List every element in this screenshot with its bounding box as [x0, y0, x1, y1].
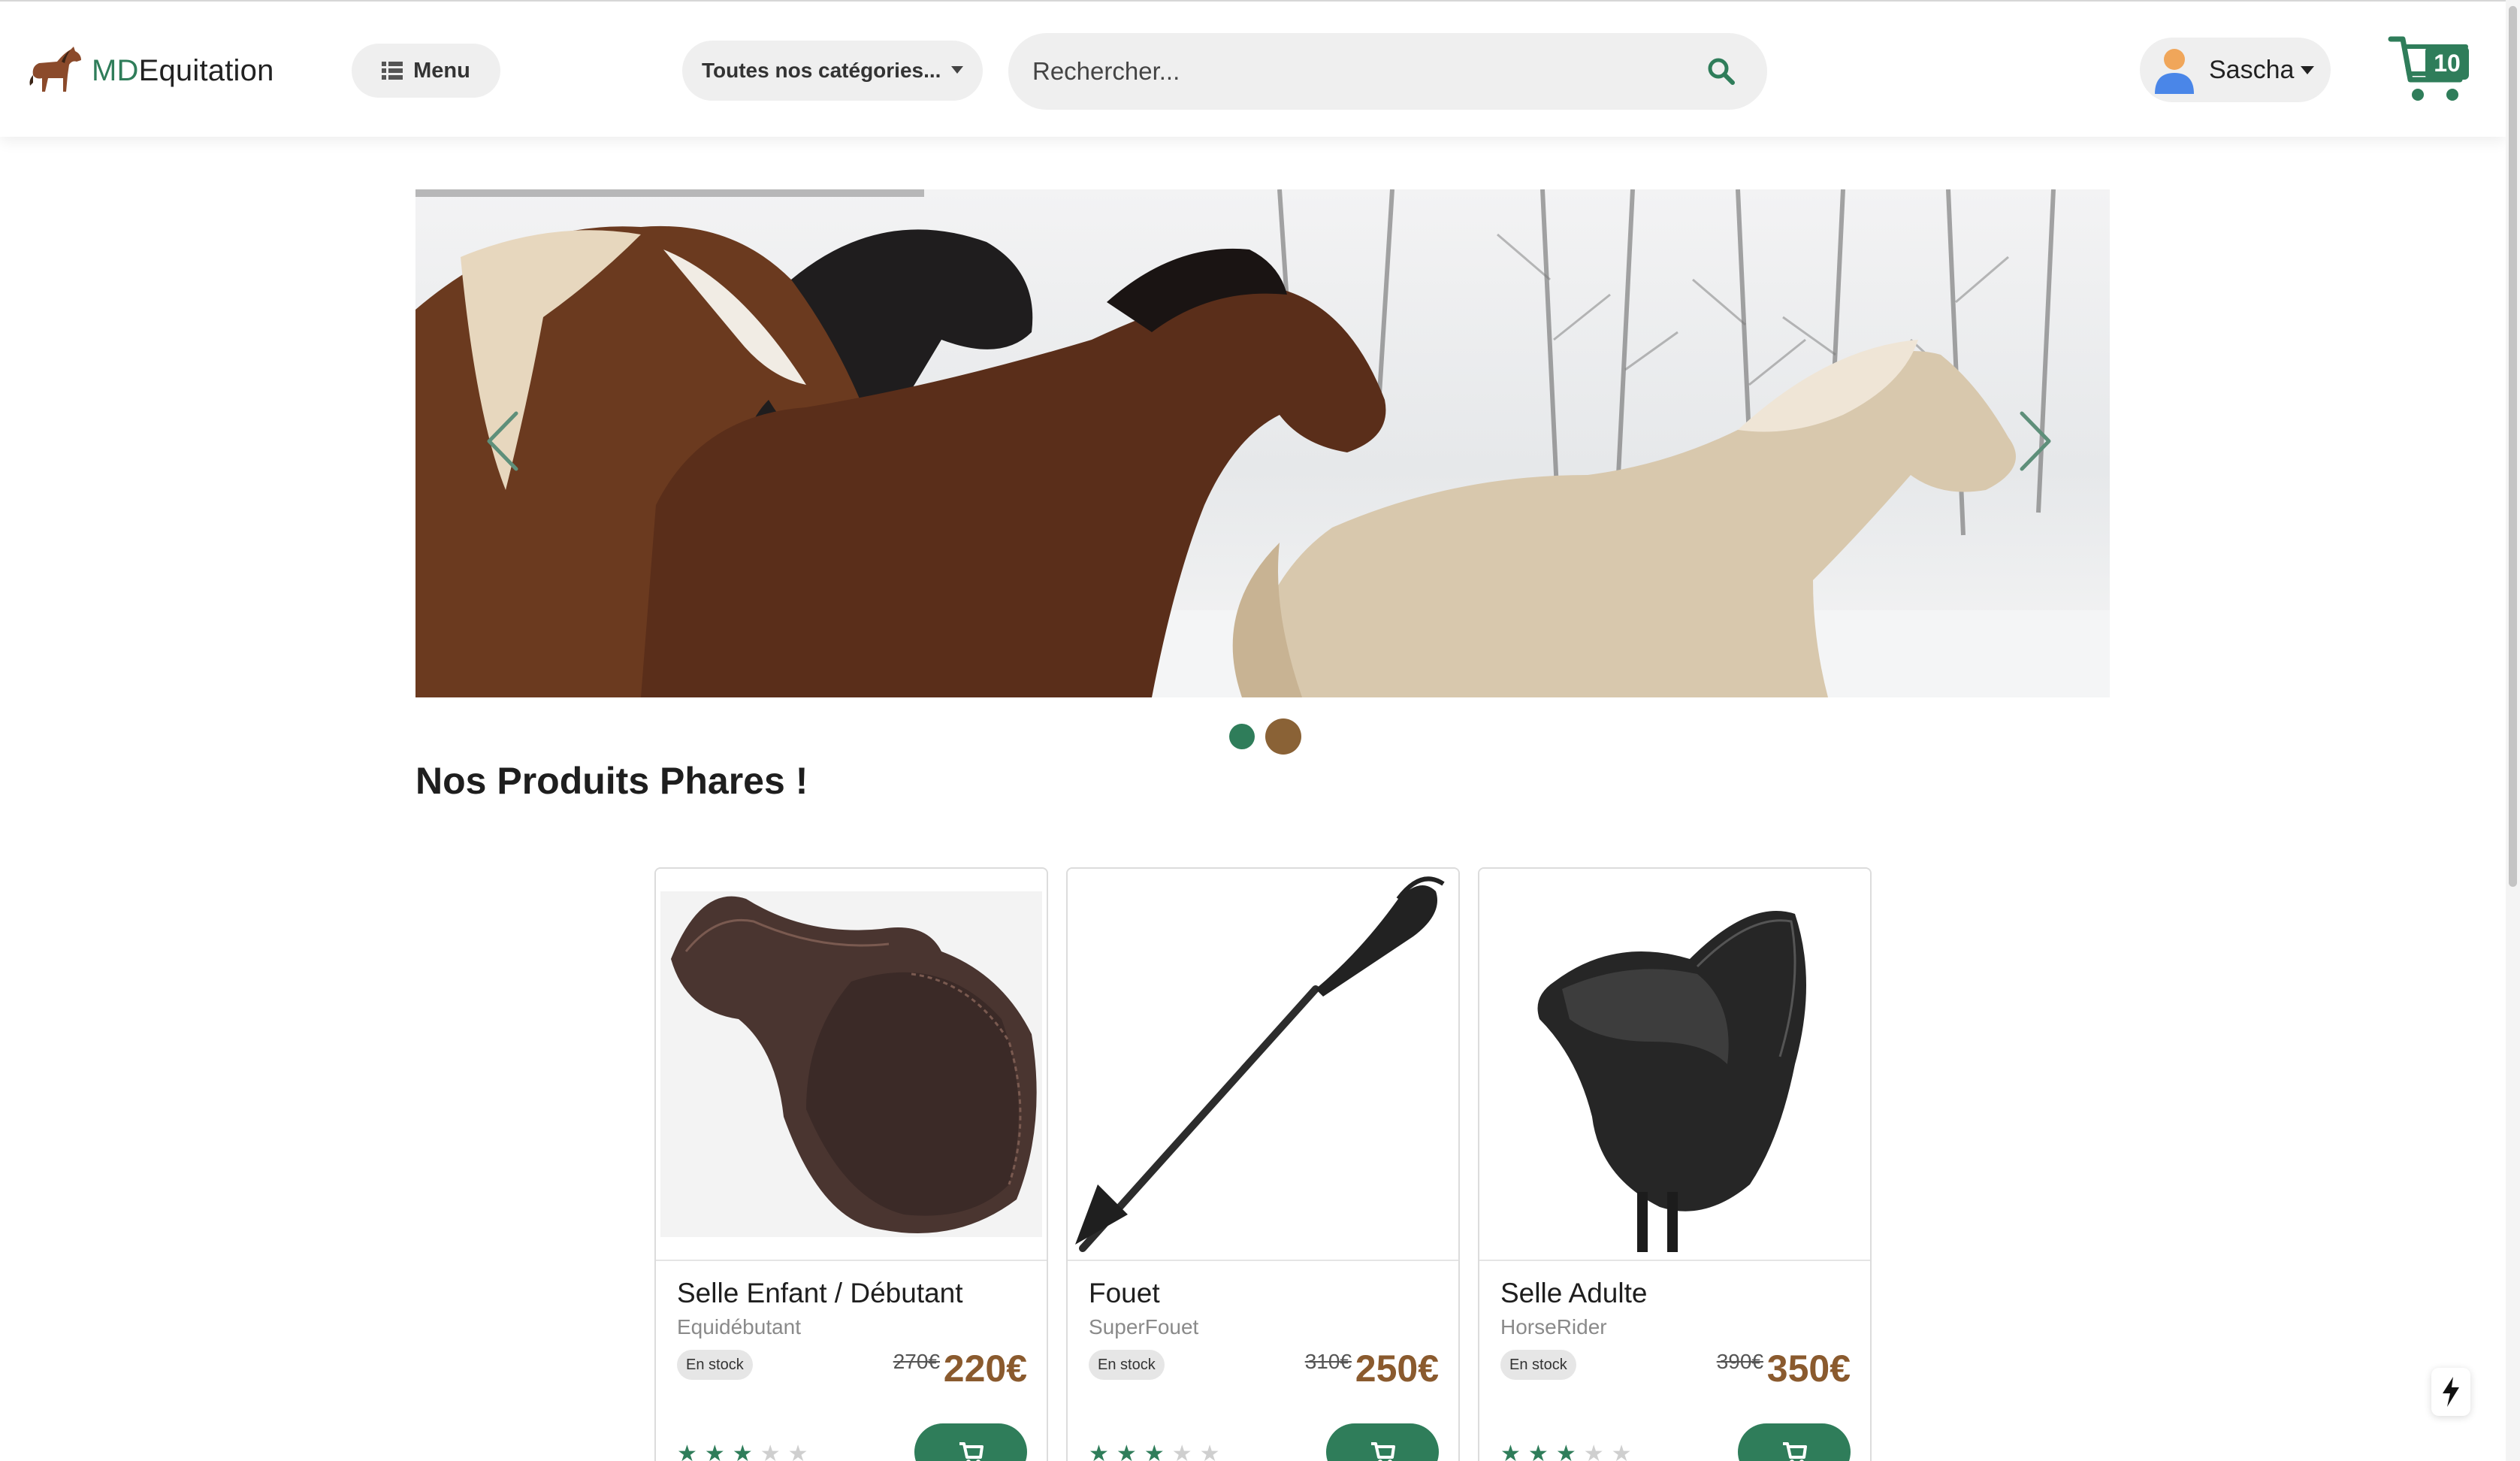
- caret-down-icon: [2301, 66, 2314, 74]
- chevron-right-icon[interactable]: [2013, 407, 2058, 475]
- stock-badge: En stock: [677, 1350, 753, 1380]
- user-icon: [2155, 49, 2194, 94]
- carousel-dot-1[interactable]: [1229, 724, 1255, 749]
- category-selected-value: Toutes nos catégories...: [702, 59, 941, 82]
- star-icon: ★: [1199, 1441, 1220, 1461]
- category-select[interactable]: Toutes nos catégories...: [682, 41, 983, 101]
- product-name[interactable]: Fouet: [1089, 1278, 1160, 1309]
- user-name: Sascha: [2209, 55, 2295, 84]
- add-to-cart-icon: [959, 1442, 984, 1461]
- top-header: MDEquitation Menu Toutes nos catégories.…: [0, 0, 2506, 137]
- current-price: 350€: [1766, 1348, 1851, 1390]
- brand-suffix: Equitation: [138, 53, 274, 87]
- caret-down-icon: [951, 66, 963, 74]
- add-to-cart-icon: [1371, 1442, 1395, 1461]
- product-image[interactable]: [1479, 869, 1870, 1261]
- add-to-cart-button[interactable]: [1738, 1423, 1851, 1461]
- old-price: 390€: [1716, 1350, 1763, 1373]
- star-icon: ★: [704, 1441, 725, 1461]
- list-icon: [382, 62, 403, 80]
- menu-button[interactable]: Menu: [352, 44, 500, 98]
- quick-action-button[interactable]: [2431, 1368, 2470, 1416]
- star-icon: ★: [1583, 1441, 1604, 1461]
- saddle-image: [1537, 911, 1806, 1252]
- star-icon: ★: [677, 1441, 697, 1461]
- product-image[interactable]: [656, 869, 1047, 1261]
- rating-stars: ★ ★ ★ ★ ★: [1089, 1443, 1220, 1461]
- star-icon: ★: [1171, 1441, 1192, 1461]
- old-price: 270€: [893, 1350, 940, 1373]
- star-icon: ★: [1611, 1441, 1632, 1461]
- product-card[interactable]: Selle Adulte HorseRider En stock 390€ 35…: [1478, 867, 1872, 1461]
- saddle-image: [660, 891, 1042, 1237]
- product-card[interactable]: Selle Enfant / Débutant Equidébutant En …: [654, 867, 1048, 1461]
- add-to-cart-icon: [1783, 1442, 1807, 1461]
- product-name[interactable]: Selle Adulte: [1500, 1278, 1647, 1309]
- lightning-icon: [2443, 1377, 2459, 1407]
- page-scrollbar[interactable]: [2506, 0, 2520, 1461]
- user-menu[interactable]: Sascha: [2140, 38, 2331, 102]
- star-icon: ★: [1527, 1441, 1549, 1461]
- search-icon[interactable]: [1707, 57, 1736, 86]
- product-name[interactable]: Selle Enfant / Débutant: [677, 1278, 963, 1309]
- section-title: Nos Produits Phares !: [415, 760, 808, 802]
- chevron-left-icon[interactable]: [480, 407, 525, 475]
- add-to-cart-button[interactable]: [914, 1423, 1027, 1461]
- horse-icon: [29, 47, 81, 92]
- star-icon: ★: [1144, 1441, 1165, 1461]
- star-icon: ★: [787, 1441, 808, 1461]
- star-icon: ★: [732, 1441, 753, 1461]
- carousel-pagination: [1229, 718, 1301, 755]
- product-brand: HorseRider: [1500, 1315, 1607, 1338]
- menu-label: Menu: [413, 58, 470, 83]
- star-icon: ★: [1089, 1441, 1109, 1461]
- hero-image-horses: [415, 189, 2110, 697]
- whip-image: [1075, 876, 1445, 1252]
- carousel-dot-2[interactable]: [1265, 718, 1301, 755]
- old-price: 310€: [1304, 1350, 1352, 1373]
- brand-prefix: MD: [92, 53, 139, 87]
- product-card[interactable]: Fouet SuperFouet En stock 310€ 250€ ★ ★ ★ ★…: [1066, 867, 1460, 1461]
- search-input[interactable]: [1032, 57, 1678, 86]
- product-image[interactable]: [1068, 869, 1458, 1261]
- star-icon: ★: [1500, 1441, 1521, 1461]
- scrollbar-thumb[interactable]: [2509, 6, 2517, 887]
- star-icon: ★: [760, 1441, 781, 1461]
- carousel-progress-bar: [415, 189, 924, 197]
- star-icon: ★: [1555, 1441, 1576, 1461]
- add-to-cart-button[interactable]: [1326, 1423, 1439, 1461]
- cart-button[interactable]: 10: [2388, 32, 2470, 107]
- stock-badge: En stock: [1500, 1350, 1576, 1380]
- hero-carousel: [415, 189, 2110, 697]
- stock-badge: En stock: [1089, 1350, 1165, 1380]
- product-brand: Equidébutant: [677, 1315, 802, 1338]
- search-bar: [1008, 33, 1767, 110]
- rating-stars: ★ ★ ★ ★ ★: [677, 1443, 808, 1461]
- rating-stars: ★ ★ ★ ★ ★: [1500, 1443, 1632, 1461]
- brand-logo[interactable]: MDEquitation: [27, 45, 274, 96]
- current-price: 250€: [1355, 1348, 1439, 1390]
- current-price: 220€: [943, 1348, 1027, 1390]
- product-brand: SuperFouet: [1089, 1315, 1199, 1338]
- cart-count-badge: 10: [2425, 47, 2469, 80]
- star-icon: ★: [1116, 1441, 1137, 1461]
